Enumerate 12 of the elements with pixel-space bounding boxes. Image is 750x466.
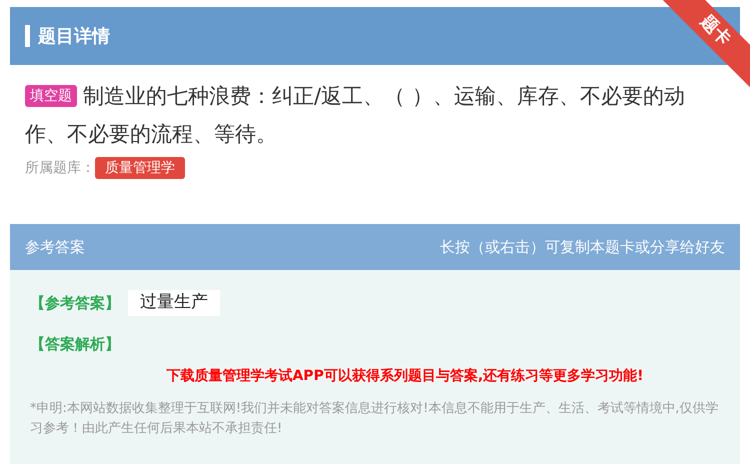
bank-tag[interactable]: 质量管理学 xyxy=(95,157,185,179)
disclaimer-text: *申明:本网站数据收集整理于互联网!我们并未能对答案信息进行核对!本信息不能用于生产、生活、考试等情境中,仅供学习参考！由此产生任何后果本站不承担责任! xyxy=(30,400,720,438)
question-type-tag: 填空题 xyxy=(25,85,77,107)
page-title: 题目详情 xyxy=(38,24,110,48)
share-hint: 长按（或右击）可复制本题卡或分享给好友 xyxy=(440,236,725,258)
answer-text: 过量生产 xyxy=(128,290,220,316)
promo-text: 下载质量管理学考试APP可以获得系列题目与答案,还有练习等更多学习功能! xyxy=(165,366,645,386)
answer-label: 【参考答案】 xyxy=(30,292,120,314)
analysis-label: 【答案解析】 xyxy=(30,334,120,352)
bank-label: 所属题库： xyxy=(25,158,95,178)
answer-title: 参考答案 xyxy=(25,236,85,258)
accent-bar xyxy=(25,25,30,47)
